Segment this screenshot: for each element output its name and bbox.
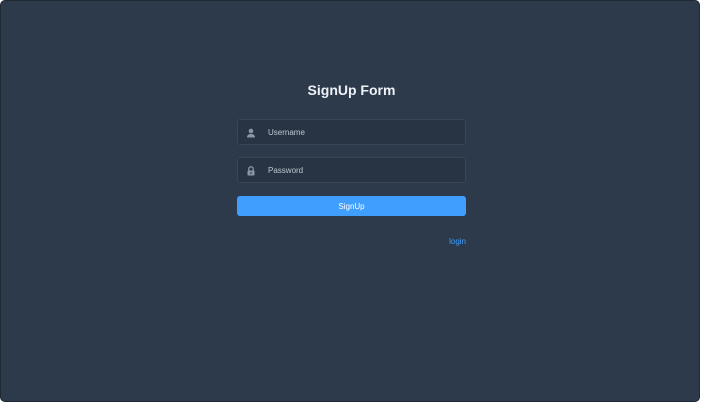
page-title: SignUp Form	[307, 82, 396, 98]
password-field[interactable]	[237, 157, 466, 183]
signup-button[interactable]: SignUp	[237, 196, 466, 216]
login-link[interactable]: login	[449, 237, 466, 247]
password-input[interactable]	[268, 158, 458, 182]
lock-icon	[245, 164, 257, 176]
user-icon	[245, 126, 257, 138]
app-window: SignUp Form SignUp login	[1, 1, 699, 401]
username-input[interactable]	[268, 120, 458, 144]
username-field[interactable]	[237, 119, 466, 145]
